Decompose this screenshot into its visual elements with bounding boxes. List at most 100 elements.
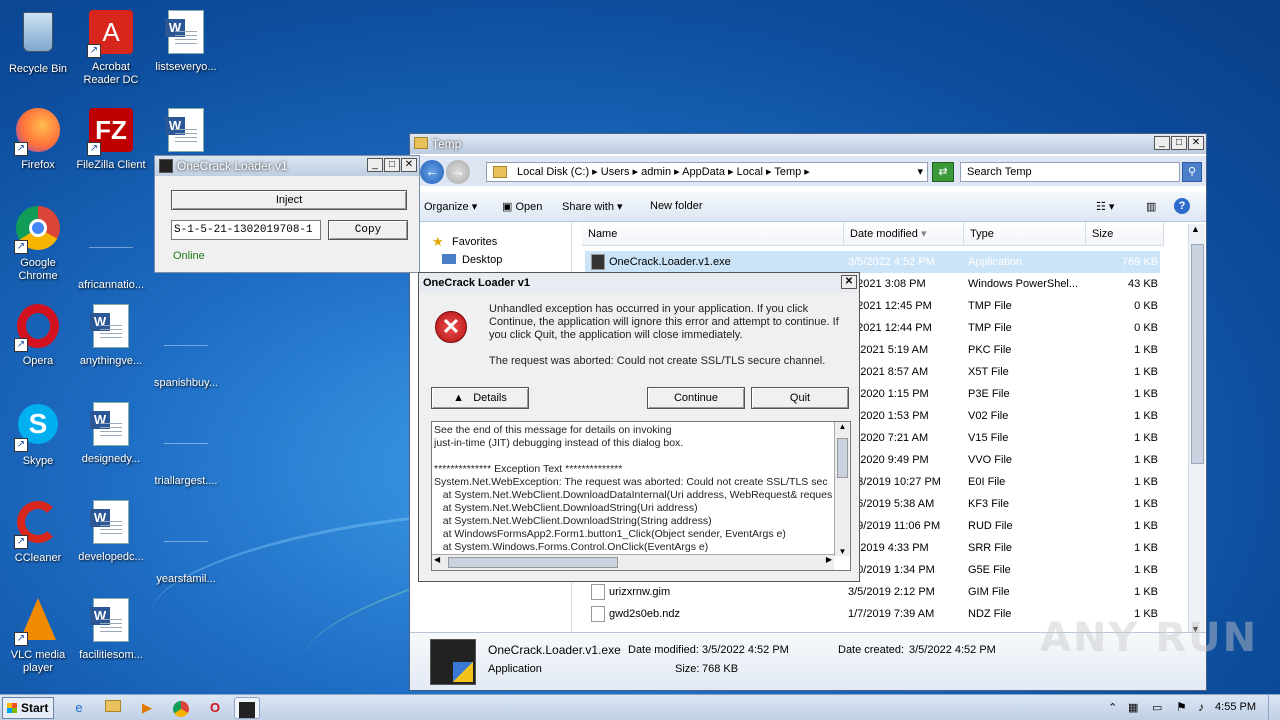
scroll-up-icon[interactable]: ▲ bbox=[1191, 224, 1200, 234]
continue-button[interactable]: Continue bbox=[647, 387, 745, 409]
search-input[interactable]: Search Temp bbox=[960, 162, 1180, 182]
file-size: 769 KB bbox=[1121, 256, 1158, 268]
file-type: RUD File bbox=[968, 520, 1013, 532]
desktop-icon-listseveryo[interactable]: W listseveryo... bbox=[148, 8, 224, 74]
tray-flag-icon[interactable]: ⚑ bbox=[1176, 700, 1187, 714]
minimize-button[interactable]: _ bbox=[367, 158, 383, 172]
new-folder-button[interactable]: New folder bbox=[650, 200, 703, 212]
details-size-label: Size: bbox=[675, 663, 700, 675]
desktop-icon-filezilla[interactable]: FZ ↗ FileZilla Client bbox=[73, 106, 149, 172]
close-button[interactable]: ✕ bbox=[401, 158, 417, 172]
file-type: E0I File bbox=[968, 476, 1006, 488]
nav-desktop[interactable]: Desktop bbox=[462, 254, 502, 266]
breadcrumb-item[interactable]: Local Disk (C:) bbox=[517, 166, 589, 178]
maximize-button[interactable]: □ bbox=[384, 158, 400, 172]
sid-field[interactable]: S-1-5-21-1302019708-1 bbox=[171, 220, 321, 240]
maximize-button[interactable]: □ bbox=[1171, 136, 1187, 150]
file-date: /5/2020 1:53 PM bbox=[848, 410, 929, 422]
opera-taskbar-icon[interactable]: O bbox=[202, 697, 228, 719]
application-icon bbox=[430, 639, 476, 685]
exception-details-box[interactable]: See the end of this message for details … bbox=[431, 421, 851, 571]
taskbar-clock[interactable]: 4:55 PM bbox=[1215, 701, 1256, 713]
dialog-title: OneCrack Loader v1 bbox=[423, 277, 530, 289]
desktop-icon-ccleaner[interactable]: ↗ CCleaner bbox=[0, 498, 76, 565]
details-button[interactable]: ▲ Details bbox=[431, 387, 529, 409]
file-type: P3E File bbox=[968, 388, 1010, 400]
breadcrumb-item[interactable]: admin bbox=[641, 166, 671, 178]
show-desktop-button[interactable] bbox=[1268, 695, 1280, 720]
desktop-icon-africannatio[interactable]: africannatio... bbox=[73, 204, 149, 292]
explorer-titlebar[interactable]: Temp _ □ ✕ bbox=[410, 134, 1206, 154]
inject-button[interactable]: Inject bbox=[171, 190, 407, 210]
desktop-icon-anythingve[interactable]: W anythingve... bbox=[73, 302, 149, 368]
word-document-icon: W bbox=[162, 10, 210, 58]
loader-taskbar-button[interactable] bbox=[234, 697, 260, 719]
details-vertical-scrollbar[interactable]: ▲ ▼ bbox=[834, 422, 850, 556]
desktop-icon-yearsfamil[interactable]: yearsfamil... bbox=[148, 498, 224, 586]
vertical-scrollbar[interactable]: ▲ ▼ bbox=[1188, 224, 1205, 634]
column-header-size[interactable]: Size bbox=[1086, 222, 1164, 246]
file-date: /26/2019 5:38 AM bbox=[848, 498, 935, 510]
desktop-icon-opera[interactable]: ↗ Opera bbox=[0, 302, 76, 368]
minimize-button[interactable]: _ bbox=[1154, 136, 1170, 150]
quit-button[interactable]: Quit bbox=[751, 387, 849, 409]
open-button[interactable]: ▣ Open bbox=[502, 200, 542, 213]
file-row[interactable]: urizxrnw.gim 3/5/2019 2:12 PM GIM File 1 KB bbox=[585, 581, 1160, 603]
file-type: KF3 File bbox=[968, 498, 1009, 510]
view-options-icon[interactable]: ☷ ▾ bbox=[1096, 200, 1114, 213]
tray-monitor-icon[interactable]: ▭ bbox=[1152, 701, 1162, 714]
dialog-titlebar[interactable]: OneCrack Loader v1 ✕ bbox=[419, 273, 859, 293]
tray-volume-icon[interactable]: ♪ bbox=[1198, 700, 1204, 714]
file-row[interactable]: OneCrack.Loader.v1.exe 3/5/2022 4:52 PM Ap… bbox=[585, 251, 1160, 273]
nav-favorites[interactable]: Favorites bbox=[452, 236, 497, 248]
file-type: V15 File bbox=[968, 432, 1009, 444]
word-document-icon: W bbox=[87, 304, 135, 352]
desktop-icon-acrobat-reader[interactable]: A ↗ Acrobat Reader DC bbox=[73, 8, 149, 87]
breadcrumb-item[interactable]: Temp bbox=[774, 166, 801, 178]
help-icon[interactable]: ? bbox=[1174, 198, 1190, 214]
desktop-icon-recycle-bin[interactable]: Recycle Bin bbox=[0, 8, 76, 76]
desktop-icon-google-chrome[interactable]: ↗ Google Chrome bbox=[0, 204, 76, 283]
chevron-down-icon[interactable]: ▾ bbox=[917, 163, 923, 181]
breadcrumb-item[interactable]: Local bbox=[737, 166, 763, 178]
back-button[interactable]: ← bbox=[420, 160, 444, 184]
desktop-icon-spanishbuy[interactable]: spanishbuy... bbox=[148, 302, 224, 390]
internet-explorer-icon[interactable]: e bbox=[66, 697, 92, 719]
desktop-icon-skype[interactable]: S ↗ Skype bbox=[0, 400, 76, 468]
organize-button[interactable]: Organize ▾ bbox=[424, 200, 477, 213]
copy-button[interactable]: Copy bbox=[328, 220, 408, 240]
column-header-type[interactable]: Type bbox=[964, 222, 1086, 246]
column-header-name[interactable]: Name bbox=[582, 222, 844, 246]
close-button[interactable]: ✕ bbox=[841, 275, 857, 289]
loader-titlebar[interactable]: OneCrack Loader v1 _ □ ✕ bbox=[155, 156, 419, 176]
desktop-icon-triallargest[interactable]: triallargest.... bbox=[148, 400, 224, 488]
breadcrumb-item[interactable]: Users bbox=[601, 166, 630, 178]
close-button[interactable]: ✕ bbox=[1188, 136, 1204, 150]
desktop-icon-facilitiesom[interactable]: W facilitiesom... bbox=[73, 596, 149, 662]
scrollbar-thumb bbox=[837, 438, 848, 478]
tray-expand-icon[interactable]: ⌃ bbox=[1108, 701, 1117, 714]
desktop-icon-designedy[interactable]: W designedy... bbox=[73, 400, 149, 466]
file-explorer-icon[interactable] bbox=[100, 697, 126, 719]
start-button[interactable]: Start bbox=[2, 697, 54, 719]
media-player-icon[interactable]: ▶ bbox=[134, 697, 160, 719]
chrome-taskbar-icon[interactable] bbox=[168, 697, 194, 719]
desktop-icon-word-document[interactable]: W bbox=[148, 106, 224, 159]
column-header-date[interactable]: Date modified ▾ bbox=[844, 222, 964, 246]
desktop-icon-developedc[interactable]: W developedc... bbox=[73, 498, 149, 564]
refresh-icon[interactable]: ⇄ bbox=[932, 162, 954, 182]
file-type: PKC File bbox=[968, 344, 1012, 356]
scrollbar-thumb[interactable] bbox=[1191, 244, 1204, 464]
forward-button[interactable]: → bbox=[446, 160, 470, 184]
details-horizontal-scrollbar[interactable]: ◀ ▶ bbox=[432, 554, 834, 570]
desktop-icon-vlc[interactable]: ↗ VLC media player bbox=[0, 596, 76, 675]
search-icon[interactable]: ⚲ bbox=[1182, 162, 1202, 182]
word-document-icon: W bbox=[87, 402, 135, 450]
blank-file-icon bbox=[162, 326, 210, 374]
desktop-icon-firefox[interactable]: ↗ Firefox bbox=[0, 106, 76, 172]
address-bar[interactable]: Local Disk (C:) ▸ Users ▸ admin ▸ AppDat… bbox=[486, 162, 928, 182]
share-with-button[interactable]: Share with ▾ bbox=[562, 200, 623, 213]
breadcrumb-item[interactable]: AppData bbox=[682, 166, 725, 178]
tray-network-icon[interactable]: ▦ bbox=[1128, 701, 1138, 714]
preview-pane-icon[interactable]: ▥ bbox=[1146, 200, 1156, 213]
